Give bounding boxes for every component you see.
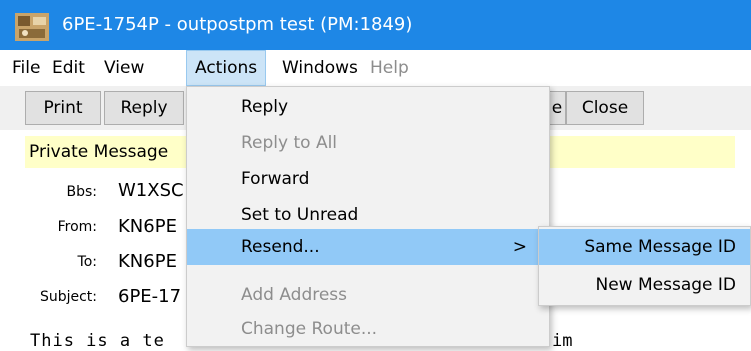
- submenu-item-label: New Message ID: [595, 275, 737, 295]
- menu-item-set-to-unread[interactable]: Set to Unread: [187, 197, 549, 233]
- menu-help[interactable]: Help: [362, 50, 417, 86]
- actions-menu-dropdown: Reply Reply to All Forward Set to Unread…: [186, 86, 550, 347]
- menu-windows[interactable]: Windows: [274, 50, 366, 86]
- menu-bar: File Edit View Actions Windows Help: [0, 50, 751, 86]
- chevron-right-icon: >: [512, 237, 527, 257]
- menu-edit[interactable]: Edit: [44, 50, 93, 86]
- menu-item-change-route[interactable]: Change Route...: [187, 311, 549, 347]
- menu-item-label: Reply to All: [241, 133, 338, 153]
- menu-item-add-address[interactable]: Add Address: [187, 277, 549, 313]
- to-label: To:: [77, 254, 97, 270]
- close-button[interactable]: Close: [566, 91, 644, 125]
- bbs-value[interactable]: W1XSC: [118, 180, 184, 201]
- menu-file[interactable]: File: [4, 50, 48, 86]
- title-bar[interactable]: 6PE-1754P - outpostpm test (PM:1849): [0, 0, 751, 50]
- window-title: 6PE-1754P - outpostpm test (PM:1849): [62, 14, 413, 35]
- menu-item-label: Change Route...: [241, 319, 378, 339]
- submenu-item-label: Same Message ID: [584, 237, 736, 257]
- menu-item-label: Forward: [241, 169, 310, 189]
- menu-item-reply-to-all[interactable]: Reply to All: [187, 125, 549, 161]
- from-value[interactable]: KN6PE: [118, 216, 177, 237]
- submenu-item-same-message-id[interactable]: Same Message ID: [539, 229, 750, 265]
- menu-item-reply[interactable]: Reply: [187, 89, 549, 125]
- bbs-label: Bbs:: [66, 184, 97, 200]
- menu-item-forward[interactable]: Forward: [187, 161, 549, 197]
- menu-item-label: Add Address: [241, 285, 348, 305]
- subject-value[interactable]: 6PE-17: [118, 286, 181, 307]
- partial-toolbar-button[interactable]: e: [549, 91, 566, 125]
- menu-item-label: Reply: [241, 97, 289, 117]
- menu-actions[interactable]: Actions: [186, 50, 267, 86]
- app-icon: [15, 13, 49, 41]
- menu-view[interactable]: View: [96, 50, 152, 86]
- menu-item-resend[interactable]: Resend... >: [187, 229, 549, 265]
- resend-submenu: Same Message ID New Message ID: [538, 226, 751, 306]
- menu-item-label: Set to Unread: [241, 205, 359, 225]
- subject-label: Subject:: [39, 289, 97, 305]
- message-body-tail[interactable]: im: [552, 331, 572, 351]
- menu-item-label: Resend...: [241, 237, 320, 257]
- to-value[interactable]: KN6PE: [118, 251, 177, 272]
- from-label: From:: [57, 219, 97, 235]
- reply-button[interactable]: Reply: [104, 91, 184, 125]
- print-button[interactable]: Print: [25, 91, 101, 125]
- message-body[interactable]: This is a te: [30, 331, 165, 351]
- submenu-item-new-message-id[interactable]: New Message ID: [539, 267, 750, 303]
